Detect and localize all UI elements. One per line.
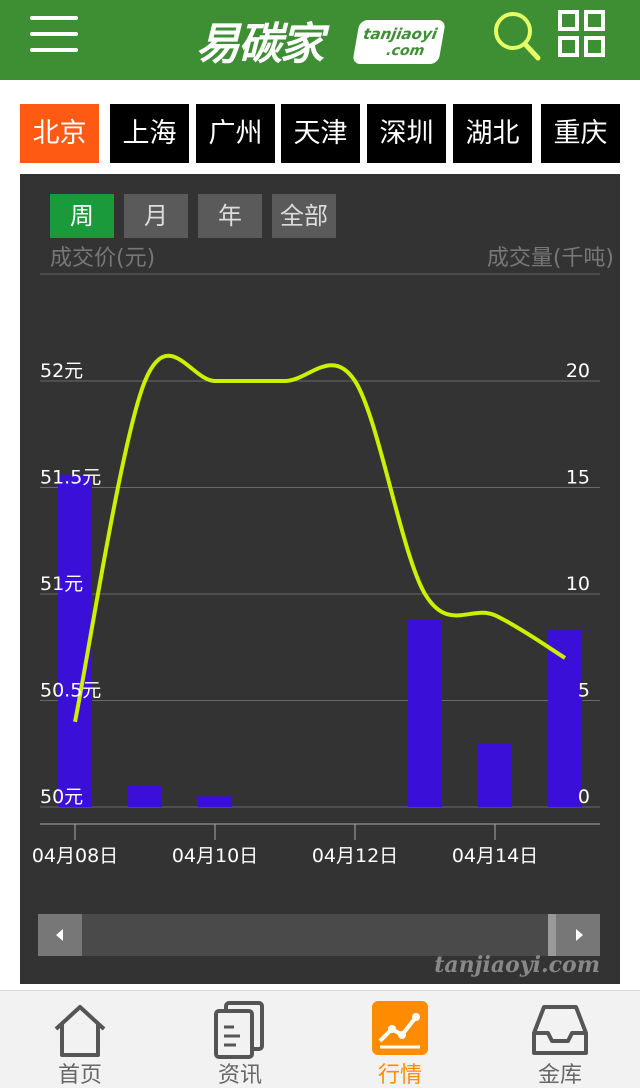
chart-panel: 周 月 年 全部 成交价(元) 成交量(千吨) 50元 50.5元 51元 51.5元… <box>20 174 620 984</box>
logo-text: 易碳家 <box>196 19 324 70</box>
tab-shanghai[interactable]: 上海 <box>110 104 189 163</box>
tab-shenzhen[interactable]: 深圳 <box>367 104 446 163</box>
market-icon <box>370 999 430 1059</box>
right-tick-label: 5 <box>578 680 590 702</box>
nav-news[interactable]: 资讯 <box>160 991 320 1089</box>
tab-beijing[interactable]: 北京 <box>20 104 99 163</box>
chart-scrollbar[interactable] <box>38 914 600 956</box>
city-tabs: 北京 上海 广州 天津 深圳 湖北 重庆 <box>20 104 620 163</box>
volume-bar <box>478 743 512 807</box>
price-line <box>73 353 567 723</box>
volume-bar <box>408 619 442 807</box>
scroll-left-button[interactable] <box>38 914 82 956</box>
logo-badge: tanjiaoyi .com <box>352 20 446 64</box>
grid-icon[interactable] <box>558 10 606 58</box>
nav-home[interactable]: 首页 <box>0 991 160 1089</box>
tab-tianjin[interactable]: 天津 <box>281 104 360 163</box>
search-icon[interactable] <box>492 10 542 62</box>
right-tick-label: 10 <box>566 573 590 595</box>
logo-en-line1: tanjiaoyi <box>361 25 439 43</box>
scroll-thumb[interactable] <box>548 914 556 956</box>
left-tick-label: 50.5元 <box>40 680 101 702</box>
vault-icon <box>530 999 590 1059</box>
volume-bar <box>128 785 162 807</box>
tab-guangzhou[interactable]: 广州 <box>196 104 275 163</box>
x-tick-label: 04月12日 <box>312 845 398 867</box>
menu-icon[interactable] <box>30 14 82 54</box>
logo[interactable]: 易碳家 tanjiaoyi .com <box>196 6 446 70</box>
right-tick-label: 0 <box>578 786 590 808</box>
nav-news-label: 资讯 <box>217 1063 262 1088</box>
chevron-left-icon <box>56 929 63 941</box>
watermark: tanjiaoyi.com <box>434 952 600 978</box>
scroll-right-button[interactable] <box>556 914 600 956</box>
y-axis-left-label: 成交价(元) <box>50 246 155 271</box>
bottom-nav: 首页 资讯 行情 金库 <box>0 990 640 1088</box>
home-icon <box>50 999 110 1059</box>
logo-en-line2: .com <box>385 43 426 59</box>
x-tick-label: 04月14日 <box>452 845 538 867</box>
left-tick-label: 50元 <box>40 786 83 808</box>
nav-market[interactable]: 行情 <box>320 991 480 1089</box>
news-icon <box>210 999 270 1059</box>
tab-hubei[interactable]: 湖北 <box>453 104 532 163</box>
chevron-right-icon <box>576 929 583 941</box>
right-tick-label: 20 <box>566 360 590 382</box>
left-tick-label: 51.5元 <box>40 467 101 489</box>
left-tick-label: 52元 <box>40 360 83 382</box>
chart: 成交价(元) 成交量(千吨) 50元 50.5元 51元 51.5元 52元 0 5 10 1… <box>32 246 614 867</box>
volume-bar <box>198 796 232 807</box>
top-bar: 易碳家 tanjiaoyi .com <box>0 0 640 80</box>
nav-vault[interactable]: 金库 <box>480 991 640 1089</box>
volume-bar <box>58 474 92 807</box>
right-tick-label: 15 <box>566 467 590 489</box>
y-axis-right-label: 成交量(千吨) <box>487 246 614 271</box>
x-tick-label: 04月10日 <box>172 845 258 867</box>
nav-home-label: 首页 <box>57 1063 102 1088</box>
left-tick-label: 51元 <box>40 573 83 595</box>
x-tick-label: 04月08日 <box>32 845 118 867</box>
nav-vault-label: 金库 <box>537 1063 582 1088</box>
nav-market-label: 行情 <box>377 1063 422 1088</box>
tab-chongqing[interactable]: 重庆 <box>541 104 620 163</box>
